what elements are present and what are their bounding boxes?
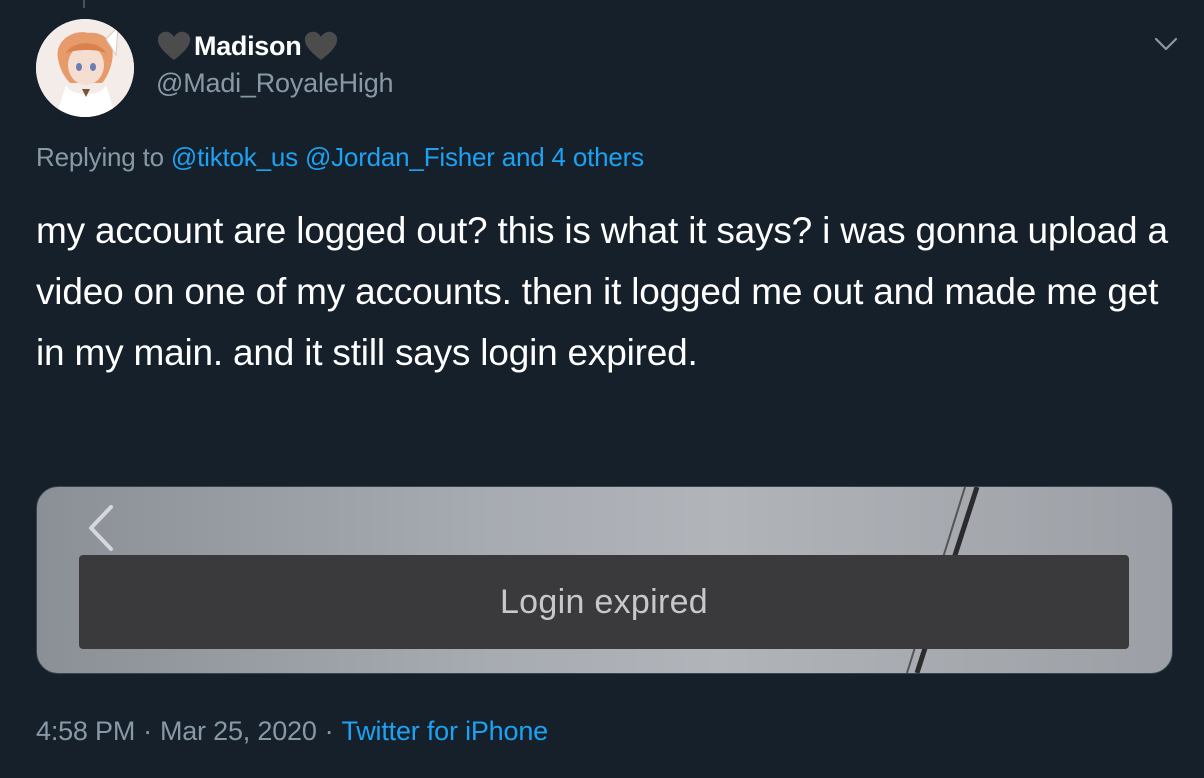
footer-separator: · — [324, 716, 334, 746]
replying-to: Replying to @tiktok_us @Jordan_Fisher an… — [36, 142, 644, 173]
login-expired-toast: Login expired — [79, 555, 1129, 649]
chevron-down-icon[interactable] — [1152, 30, 1180, 58]
tweet: Madison @Madi_RoyaleHigh Replying to @ti… — [0, 0, 1204, 778]
reply-mentions-link[interactable]: @tiktok_us @Jordan_Fisher and 4 others — [171, 142, 644, 172]
author-handle[interactable]: @Madi_RoyaleHigh — [156, 68, 394, 99]
replying-prefix: Replying to — [36, 142, 164, 172]
tweet-footer: 4:58 PM · Mar 25, 2020 · Twitter for iPhone — [36, 716, 548, 747]
tweet-time[interactable]: 4:58 PM — [36, 716, 135, 746]
tweet-text: my account are logged out? this is what … — [36, 210, 1168, 373]
avatar[interactable] — [36, 19, 134, 117]
black-heart-icon — [305, 31, 338, 60]
footer-separator: · — [143, 716, 152, 746]
author-name-row[interactable]: Madison — [156, 28, 339, 64]
tweet-source-link[interactable]: Twitter for iPhone — [341, 716, 548, 746]
tweet-media-image[interactable]: Login expired — [36, 486, 1173, 674]
author-display-name[interactable]: Madison — [194, 31, 302, 62]
chevron-left-icon — [89, 505, 113, 551]
tweet-date[interactable]: Mar 25, 2020 — [160, 716, 317, 746]
black-heart-icon — [157, 31, 191, 60]
thread-line — [83, 0, 85, 8]
